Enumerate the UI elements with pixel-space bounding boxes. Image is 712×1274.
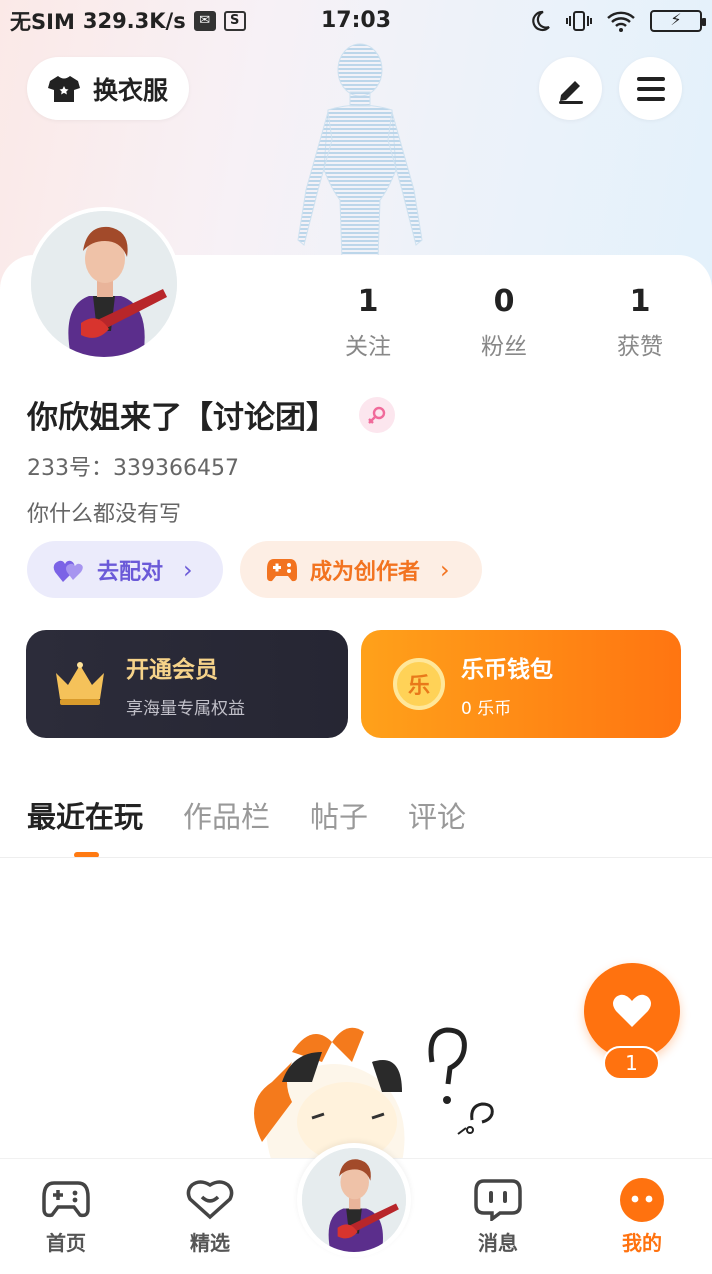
tabs-divider [0, 857, 712, 858]
user-id: 233号：339366457 [27, 456, 239, 481]
battery-icon: ⚡ [650, 10, 706, 32]
nav-messages[interactable]: 消息 [448, 1177, 548, 1256]
s-app-icon: S [223, 11, 246, 31]
like-button[interactable] [584, 963, 680, 1059]
match-button[interactable]: 去配对 › [27, 541, 223, 598]
moon-icon [532, 10, 550, 32]
followers-count: 0 [493, 284, 515, 319]
gamepad-icon [41, 1177, 91, 1223]
nav-home-label: 首页 [46, 1231, 86, 1255]
nav-me-label: 我的 [622, 1231, 662, 1255]
nav-featured-label: 精选 [190, 1231, 230, 1255]
avatar-illustration [302, 1148, 406, 1252]
gamepad-icon [267, 558, 297, 581]
tab-comments[interactable]: 评论 [408, 794, 466, 858]
vip-subtitle: 享海量专属权益 [126, 698, 245, 719]
nav-home[interactable]: 首页 [16, 1177, 116, 1256]
network-speed: 329.3K/s [82, 9, 186, 33]
pen-icon [558, 80, 583, 104]
edit-profile-button[interactable] [539, 57, 602, 120]
likes-label: 获赞 [617, 334, 663, 360]
carrier-text: 无SIM [10, 10, 75, 34]
change-clothes-label: 换衣服 [93, 75, 169, 105]
tab-works[interactable]: 作品栏 [183, 794, 270, 858]
nav-me[interactable]: 我的 [592, 1177, 692, 1256]
match-label: 去配对 [97, 559, 164, 585]
username: 你欣姐来了【讨论团】 [27, 400, 337, 436]
hamburger-icon [636, 76, 665, 101]
like-count-badge: 1 [603, 1046, 660, 1080]
menu-button[interactable] [619, 57, 682, 120]
empty-state-illustration [254, 1027, 494, 1162]
hearts-icon [53, 560, 83, 582]
creator-label: 成为创作者 [310, 559, 421, 585]
vip-card[interactable]: 开通会员 享海量专属权益 [26, 630, 348, 738]
tab-posts[interactable]: 帖子 [310, 794, 368, 858]
tshirt-icon [48, 75, 80, 102]
avatar-illustration [31, 211, 177, 357]
coin-icon: 乐 [393, 658, 445, 710]
tab-recently-played[interactable]: 最近在玩 [27, 794, 143, 858]
vibrate-icon [566, 11, 592, 31]
change-clothes-button[interactable]: 换衣服 [27, 57, 189, 120]
following-count: 1 [357, 284, 379, 319]
nav-messages-label: 消息 [478, 1231, 518, 1255]
avatar[interactable] [27, 207, 181, 361]
stats-row: 1 关注 0 粉丝 1 获赞 [300, 284, 710, 361]
status-bar: 无SIM 329.3K/s ✉ S 17:03 ⚡ [0, 0, 712, 42]
me-face-icon [617, 1177, 667, 1223]
become-creator-button[interactable]: 成为创作者 › [240, 541, 482, 598]
wifi-icon [607, 11, 635, 32]
content-tabs: 最近在玩 作品栏 帖子 评论 [27, 794, 466, 858]
bio-text[interactable]: 你什么都没有写 [27, 496, 181, 528]
hologram-figure [297, 43, 423, 260]
chevron-right-icon: › [440, 555, 450, 584]
nav-featured[interactable]: 精选 [160, 1177, 260, 1256]
center-avatar-button[interactable] [297, 1143, 411, 1257]
wallet-title: 乐币钱包 [461, 656, 553, 683]
chevron-right-icon: › [183, 555, 193, 584]
username-row: 你欣姐来了【讨论团】 [27, 392, 395, 437]
likes-count: 1 [629, 284, 651, 319]
followers-label: 粉丝 [481, 334, 527, 360]
wallet-balance: 0 乐币 [461, 698, 512, 719]
female-icon [359, 396, 395, 433]
stat-followers[interactable]: 0 粉丝 [436, 284, 572, 361]
vip-title: 开通会员 [126, 656, 218, 683]
message-icon [473, 1177, 523, 1223]
crown-icon [56, 662, 104, 705]
following-label: 关注 [345, 334, 391, 360]
notification-icon: ✉ [193, 11, 216, 31]
heart-chat-icon [185, 1177, 235, 1223]
heart-icon [613, 994, 651, 1027]
wallet-card[interactable]: 乐 乐币钱包 0 乐币 [361, 630, 681, 738]
stat-likes[interactable]: 1 获赞 [572, 284, 708, 361]
stat-following[interactable]: 1 关注 [300, 284, 436, 361]
